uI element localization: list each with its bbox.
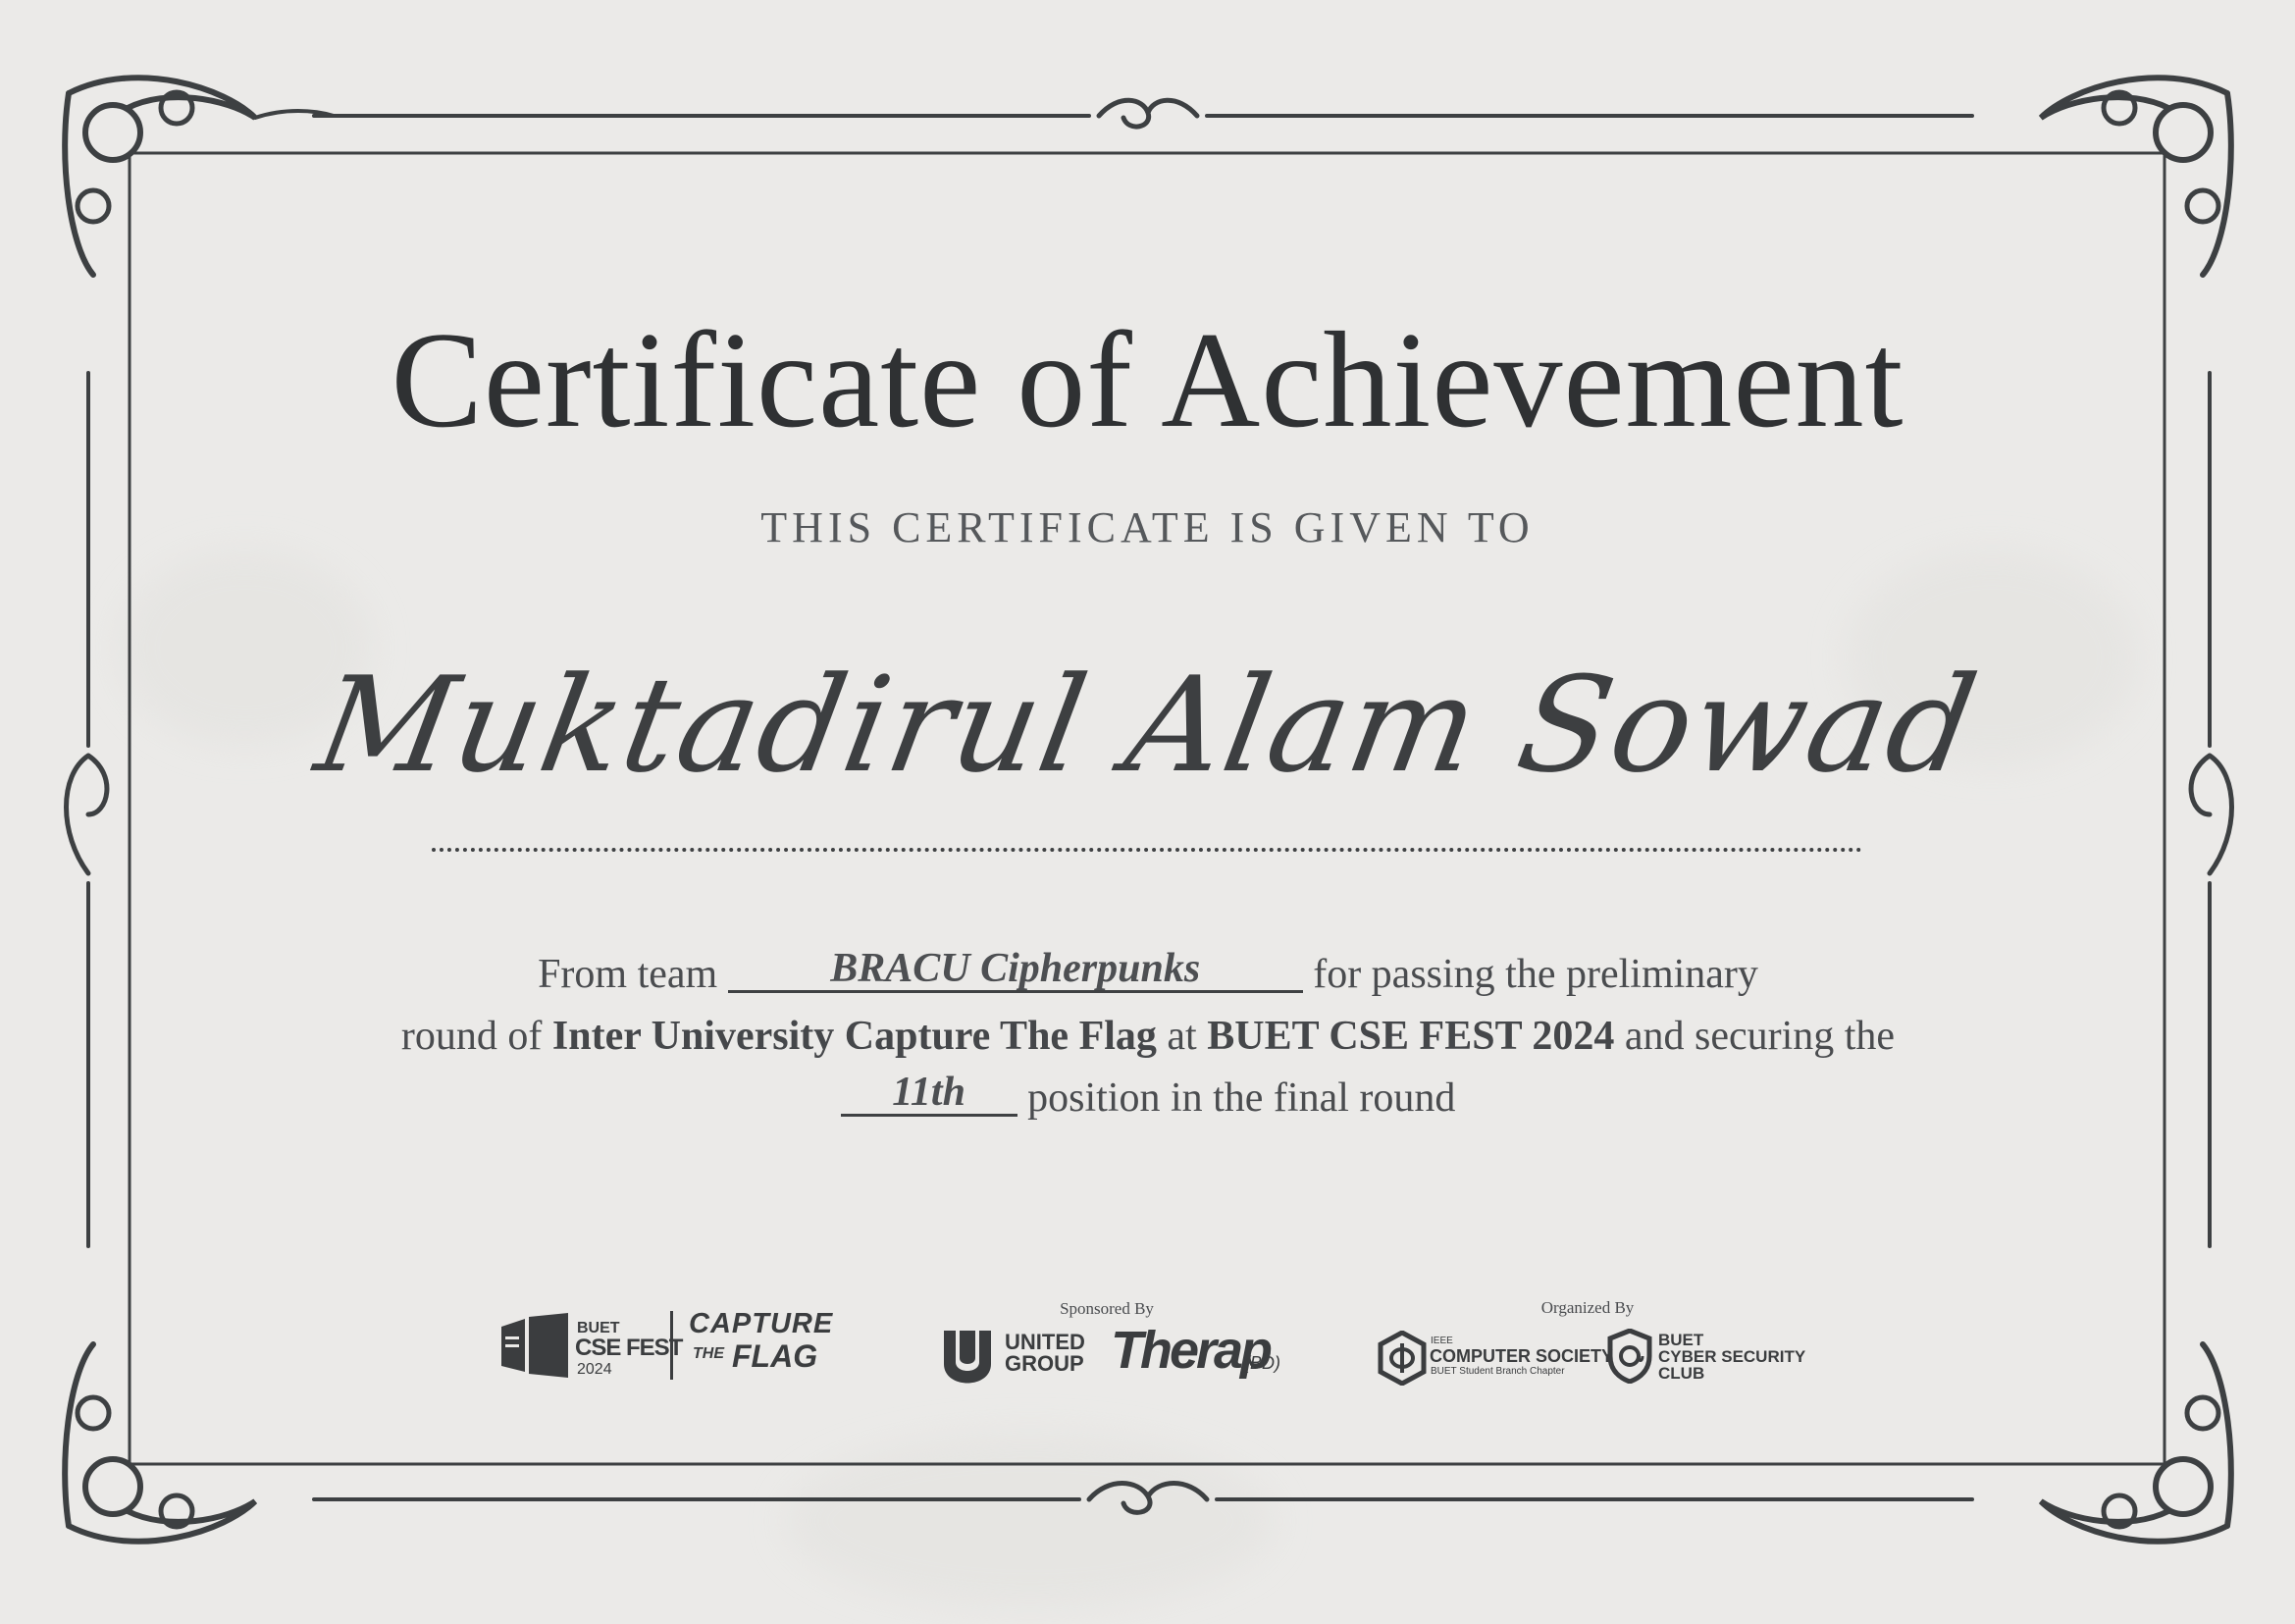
cse-fest-text-year: 2024 <box>577 1361 612 1378</box>
united-group-u-icon <box>944 1331 991 1384</box>
united-group-text-1: UNITED <box>1005 1330 1085 1354</box>
csc-text-club: CLUB <box>1658 1364 1705 1383</box>
ctf-text-flag: FLAG <box>732 1338 818 1374</box>
certificate-page: Certificate of Achievement THIS CERTIFIC… <box>0 0 2295 1624</box>
ctf-text-the: THE <box>693 1345 724 1362</box>
ieee-cs-text-name: COMPUTER SOCIETY <box>1430 1346 1614 1366</box>
csc-text-cyber: CYBER SECURITY <box>1658 1347 1806 1366</box>
cse-fest-mark-icon <box>501 1313 568 1378</box>
ctf-text-capture: CAPTURE <box>689 1308 834 1339</box>
sponsored-by-label: Sponsored By <box>1060 1299 1154 1318</box>
ieee-cs-phi-icon <box>1378 1331 1427 1386</box>
ieee-cs-text-chapter: BUET Student Branch Chapter <box>1431 1366 1565 1377</box>
shield-at-icon <box>1607 1329 1652 1384</box>
united-group-text-2: GROUP <box>1005 1351 1084 1376</box>
ieee-cs-text-ieee: IEEE <box>1431 1336 1453 1346</box>
organized-by-label: Organized By <box>1540 1298 1635 1317</box>
csc-text-buet: BUET <box>1658 1331 1704 1349</box>
therap-suffix: (BD) <box>1244 1353 1280 1373</box>
logos-row: BUET CSE FEST 2024 CAPTURE THE FLAG Spon… <box>0 0 2295 1624</box>
cse-fest-text-name: CSE FEST <box>575 1335 683 1361</box>
logo-divider <box>670 1311 673 1380</box>
